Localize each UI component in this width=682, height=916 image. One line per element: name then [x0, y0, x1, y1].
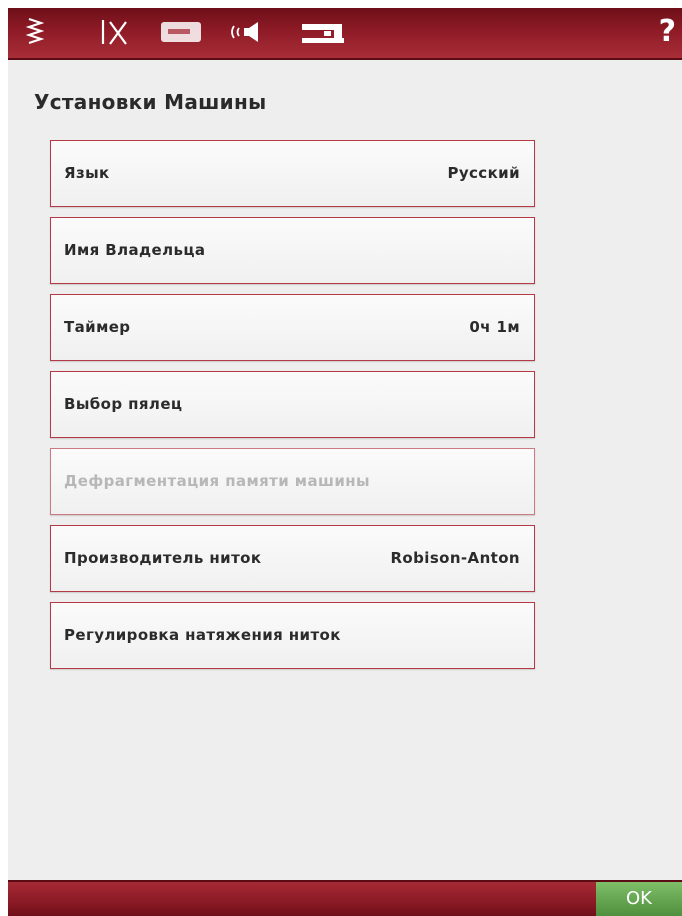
setting-thread-manufacturer[interactable]: Производитель ниток Robison-Anton [50, 525, 535, 592]
setting-thread-tension[interactable]: Регулировка натяжения ниток [50, 602, 535, 669]
setting-value: Robison-Anton [390, 549, 520, 567]
stitch-zigzag-icon[interactable] [22, 14, 48, 50]
machine-screen: ? Установки Машины Язык Русский Имя Влад… [8, 8, 682, 916]
setting-label: Регулировка натяжения ниток [64, 626, 341, 644]
setting-value: 0ч 1м [469, 318, 520, 336]
setting-hoop-selection[interactable]: Выбор пялец [50, 371, 535, 438]
setting-memory-defragmentation: Дефрагментация памяти машины [50, 448, 535, 515]
setting-label: Дефрагментация памяти машины [64, 472, 370, 490]
setting-timer[interactable]: Таймер 0ч 1м [50, 294, 535, 361]
top-toolbar: ? [8, 8, 682, 60]
sewing-machine-icon[interactable] [298, 14, 348, 50]
embroidery-card-icon[interactable] [158, 14, 204, 50]
setting-label: Имя Владельца [64, 241, 206, 259]
settings-panel: Установки Машины Язык Русский Имя Владел… [8, 60, 682, 880]
page-title: Установки Машины [34, 90, 267, 114]
setting-label: Выбор пялец [64, 395, 183, 413]
bottom-bar: OK [8, 880, 682, 916]
setting-label: Производитель ниток [64, 549, 262, 567]
setting-label: Таймер [64, 318, 131, 336]
setting-language[interactable]: Язык Русский [50, 140, 535, 207]
settings-list: Язык Русский Имя Владельца Таймер 0ч 1м … [50, 140, 535, 679]
setting-owner-name[interactable]: Имя Владельца [50, 217, 535, 284]
scissors-needle-icon[interactable] [98, 14, 132, 50]
help-button[interactable]: ? [659, 10, 676, 54]
ok-button[interactable]: OK [596, 882, 682, 916]
setting-label: Язык [64, 164, 110, 182]
setting-value: Русский [447, 164, 520, 182]
sound-speaker-icon[interactable] [226, 14, 266, 50]
